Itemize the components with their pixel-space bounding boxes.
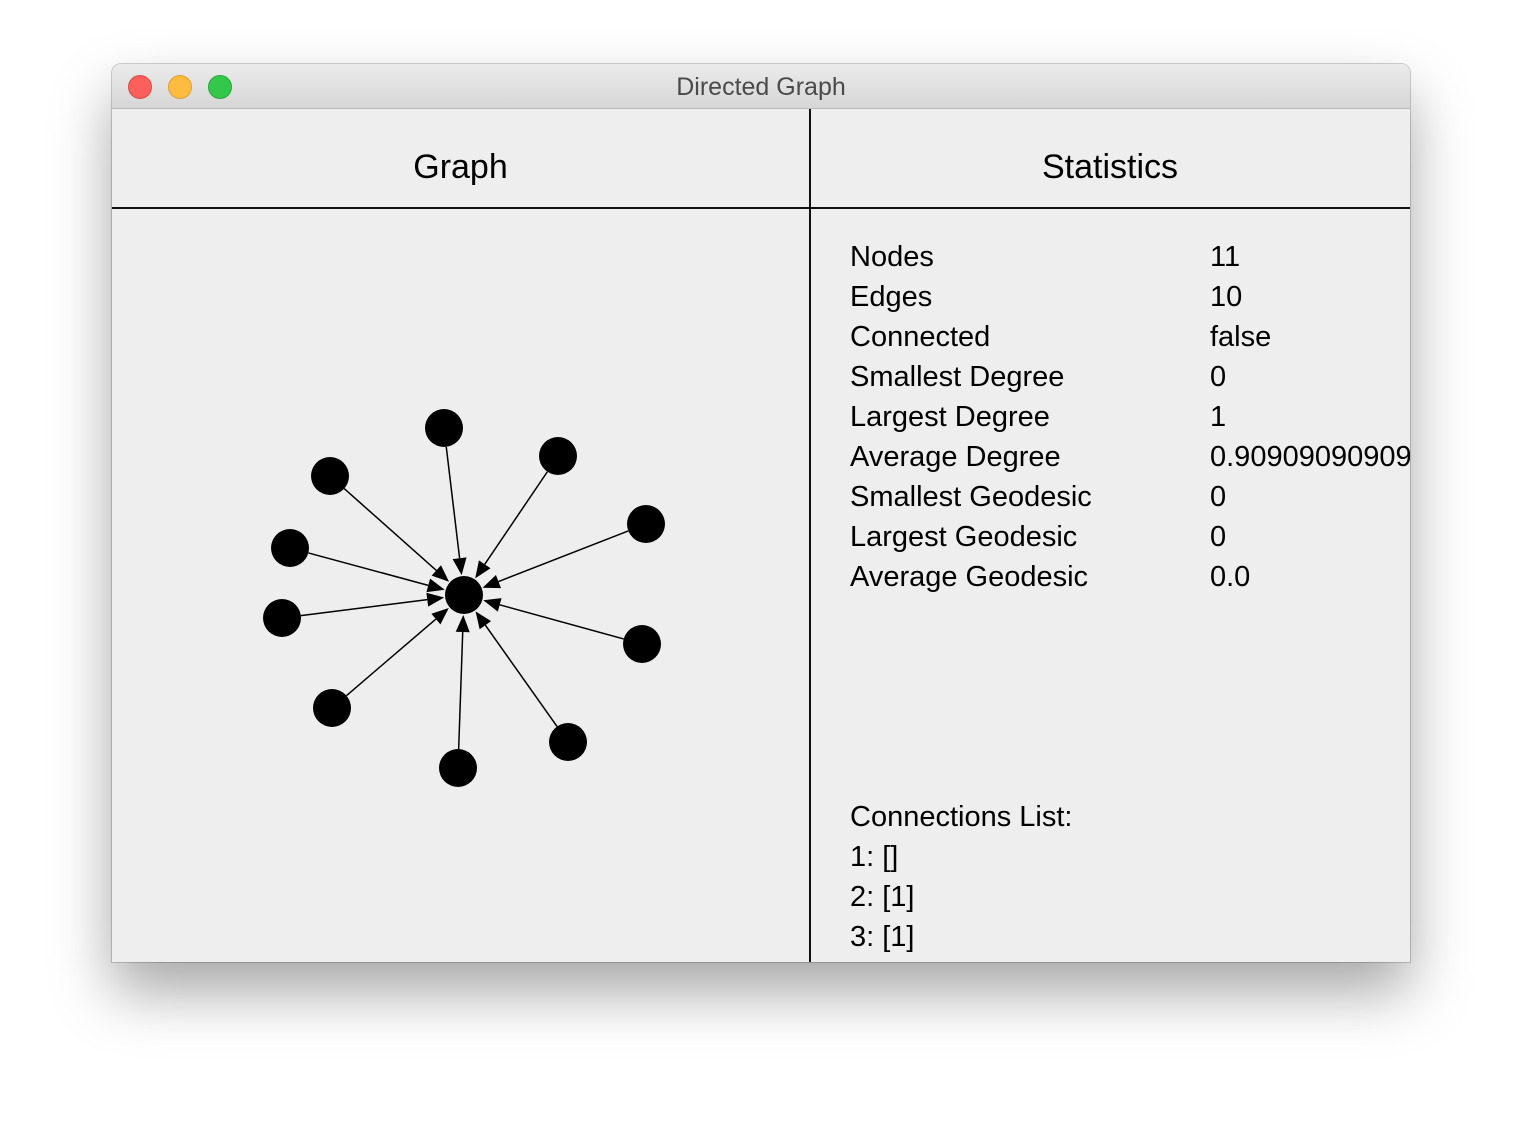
statistics-panel-title: Statistics: [1041, 148, 1179, 186]
connection-item: 3: [1]: [850, 921, 915, 953]
graph-edge: [498, 530, 629, 583]
edge-arrowhead: [455, 614, 470, 633]
graph-node[interactable]: [627, 505, 665, 543]
edge-arrowhead: [483, 598, 502, 612]
connection-item: 4: [1]: [850, 957, 915, 962]
title-bar[interactable]: Directed Graph: [112, 64, 1410, 109]
graph-node[interactable]: [313, 689, 351, 727]
connection-item: 1: []: [850, 841, 899, 873]
edge-arrowhead: [475, 611, 492, 630]
graph-edge: [300, 598, 428, 617]
window-title: Directed Graph: [676, 73, 846, 101]
edge-arrowhead: [426, 578, 445, 593]
edge-arrowhead: [452, 557, 467, 576]
window-content: Graph Statistics Nodes 11 Edges 10 Connected…: [112, 109, 1410, 962]
graph-node[interactable]: [439, 749, 477, 787]
edge-arrowhead: [475, 560, 491, 579]
graph-node[interactable]: [539, 437, 577, 475]
graph-node[interactable]: [425, 409, 463, 447]
edge-arrowhead: [482, 575, 502, 589]
graph-edge: [445, 446, 461, 559]
connection-item: 2: [1]: [850, 881, 915, 913]
graph-node[interactable]: [549, 723, 587, 761]
connections-list-area: Connections List: 1: [] 2: [1] 3: [1] 4: [1]…: [811, 209, 1410, 962]
graph-node[interactable]: [311, 457, 349, 495]
graph-edge: [457, 631, 464, 750]
graph-edge: [345, 618, 437, 697]
graph-edge: [343, 488, 437, 571]
graph-node[interactable]: [271, 529, 309, 567]
graph-node[interactable]: [263, 599, 301, 637]
graph-edge: [484, 471, 548, 565]
graph-node[interactable]: [623, 625, 661, 663]
graph-canvas[interactable]: [112, 109, 809, 962]
connections-list-title: Connections List:: [850, 801, 1073, 833]
graph-center-node[interactable]: [445, 576, 483, 614]
graph-edge: [499, 604, 624, 640]
graph-edge: [308, 552, 429, 587]
edge-arrowhead: [426, 592, 445, 607]
graph-edge: [484, 624, 558, 727]
edge-arrowhead: [431, 608, 449, 625]
app-window: Directed Graph Graph Statistics Nodes 11 E…: [112, 64, 1410, 962]
